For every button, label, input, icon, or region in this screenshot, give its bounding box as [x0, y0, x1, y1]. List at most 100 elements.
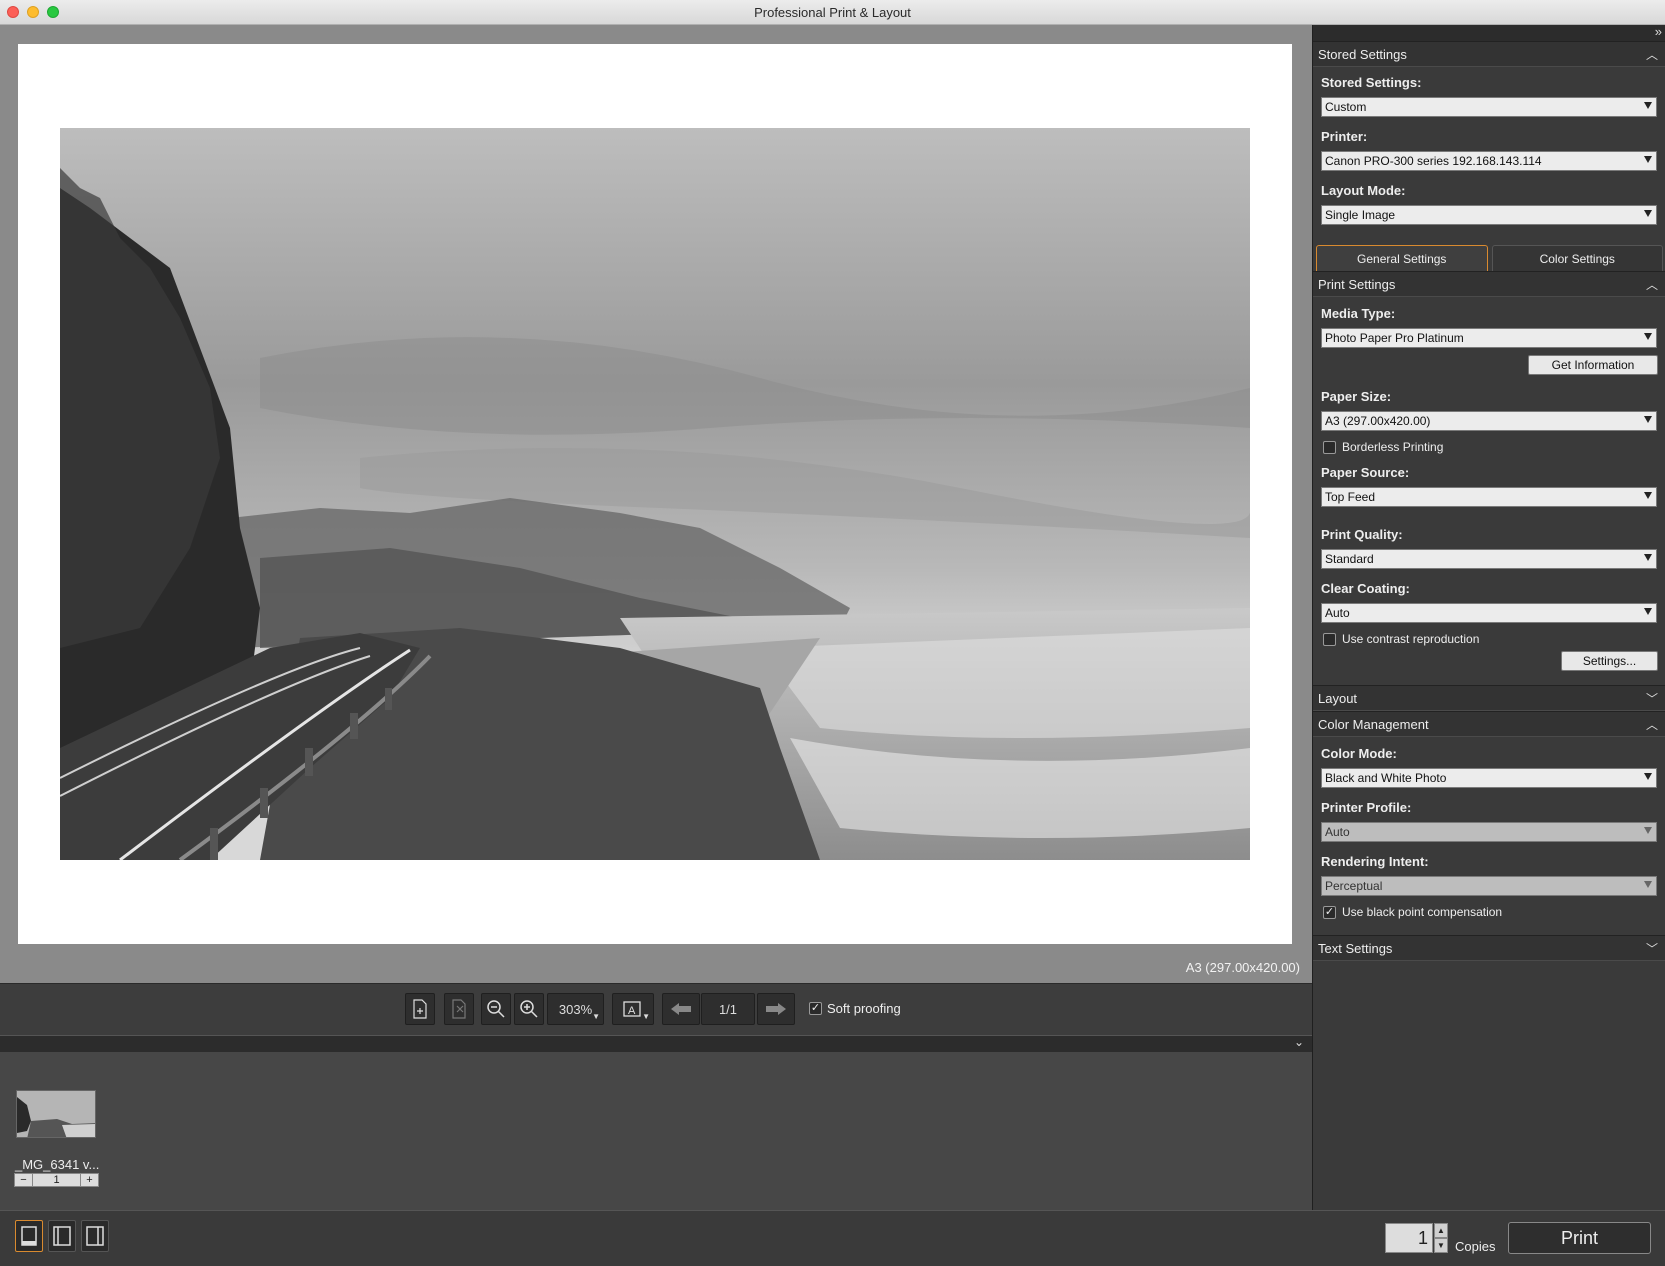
zoom-in-button[interactable] [514, 993, 544, 1025]
text-settings-section-header[interactable]: Text Settings ﹀ [1313, 935, 1665, 961]
layout-section-header[interactable]: Layout ﹀ [1313, 685, 1665, 711]
printer-label: Printer: [1321, 129, 1368, 144]
print-settings-section-header[interactable]: Print Settings ︿ [1313, 271, 1665, 297]
get-information-button[interactable]: Get Information [1528, 355, 1658, 375]
copies-input[interactable]: 1 [1385, 1223, 1433, 1253]
color-management-section-header[interactable]: Color Management ︿ [1313, 711, 1665, 737]
photo-image[interactable] [60, 128, 1250, 860]
media-type-value: Photo Paper Pro Platinum [1325, 331, 1464, 345]
tab-general-settings[interactable]: General Settings [1316, 245, 1488, 271]
soft-proofing-label: Soft proofing [827, 1001, 901, 1016]
chevron-up-icon: ︿ [1645, 718, 1658, 732]
zoom-level-dropdown[interactable]: 303% ▼ [547, 993, 604, 1025]
arrow-right-icon [766, 1003, 786, 1015]
title-bar: Professional Print & Layout [0, 0, 1665, 25]
settings-button[interactable]: Settings... [1561, 651, 1658, 671]
add-page-button[interactable] [405, 993, 435, 1025]
print-quality-value: Standard [1325, 552, 1374, 566]
layout-mode-select[interactable]: Single Image [1321, 205, 1657, 225]
contrast-reproduction-option[interactable]: Use contrast reproduction [1323, 632, 1479, 646]
chevron-down-icon: ﹀ [1645, 692, 1658, 706]
media-type-select[interactable]: Photo Paper Pro Platinum [1321, 328, 1657, 348]
print-button[interactable]: Print [1508, 1222, 1651, 1254]
paper-source-value: Top Feed [1325, 490, 1376, 504]
zoom-out-button[interactable] [481, 993, 511, 1025]
borderless-printing-checkbox[interactable] [1323, 440, 1336, 454]
tab-color-settings[interactable]: Color Settings [1491, 245, 1663, 271]
decrease-copies-button[interactable]: − [15, 1174, 33, 1186]
orientation-button[interactable]: A ▼ [612, 993, 654, 1025]
clear-coating-select[interactable]: Auto [1321, 603, 1657, 623]
borderless-printing-option[interactable]: Borderless Printing [1323, 440, 1443, 454]
image-thumbnail[interactable] [16, 1090, 96, 1138]
zoom-in-icon [520, 1000, 538, 1018]
single-view-button[interactable] [15, 1220, 43, 1252]
clear-coating-label: Clear Coating: [1321, 581, 1410, 596]
increase-copies-button[interactable]: + [80, 1174, 98, 1186]
media-type-label: Media Type: [1321, 306, 1396, 321]
add-page-icon [413, 999, 427, 1019]
black-point-compensation-option[interactable]: ✓ Use black point compensation [1323, 905, 1502, 919]
text-settings-section-title: Text Settings [1318, 940, 1393, 956]
chevron-down-icon [1644, 492, 1652, 499]
stored-settings-section-header[interactable]: Stored Settings ︿ [1313, 41, 1665, 67]
soft-proofing-toggle[interactable]: ✓ Soft proofing [809, 1001, 901, 1016]
settings-panel: » Stored Settings ︿ Stored Settings: Cus… [1312, 24, 1665, 1210]
stored-settings-label: Stored Settings: [1321, 75, 1422, 90]
settings-tabs: General Settings Color Settings [1316, 245, 1663, 271]
paper-source-select[interactable]: Top Feed [1321, 487, 1657, 507]
arrow-left-icon [671, 1003, 691, 1015]
rendering-intent-value: Perceptual [1325, 879, 1383, 893]
chevron-down-icon: ﹀ [1645, 942, 1658, 956]
stored-settings-value: Custom [1325, 100, 1367, 114]
collapse-strip-icon[interactable]: ⌄ [1294, 1035, 1304, 1049]
chevron-down-icon [1644, 773, 1652, 780]
printer-value: Canon PRO-300 series 192.168.143.114 [1325, 154, 1542, 168]
zoom-level-value: 303% [558, 1001, 593, 1017]
copies-down-icon[interactable]: ▼ [1434, 1238, 1448, 1253]
panel-view-button[interactable] [81, 1220, 109, 1252]
color-mode-label: Color Mode: [1321, 746, 1397, 761]
contrast-reproduction-checkbox[interactable] [1323, 632, 1336, 646]
thumbnail-copies-value[interactable]: 1 [33, 1174, 80, 1186]
paper-sheet [18, 44, 1292, 944]
expand-panel-icon[interactable]: » [1655, 24, 1662, 39]
chevron-down-icon [1644, 210, 1652, 217]
copies-stepper[interactable]: ▲ ▼ [1434, 1223, 1448, 1253]
print-quality-label: Print Quality: [1321, 527, 1403, 542]
rendering-intent-label: Rendering Intent: [1321, 854, 1429, 869]
previous-page-button[interactable] [662, 993, 700, 1025]
chevron-down-icon [1644, 827, 1652, 834]
next-page-button[interactable] [757, 993, 795, 1025]
svg-text:A: A [628, 1005, 636, 1017]
copies-label: Copies [1455, 1239, 1496, 1254]
black-point-compensation-checkbox[interactable]: ✓ [1323, 905, 1336, 919]
print-settings-section-title: Print Settings [1318, 276, 1396, 292]
delete-page-button[interactable] [444, 993, 474, 1025]
chevron-down-icon [1644, 881, 1652, 888]
layout-section-title: Layout [1318, 690, 1358, 706]
stored-settings-select[interactable]: Custom [1321, 97, 1657, 117]
chevron-up-icon: ︿ [1645, 278, 1658, 292]
printer-profile-value: Auto [1325, 825, 1350, 839]
print-quality-select[interactable]: Standard [1321, 549, 1657, 569]
zoom-out-icon [487, 1000, 505, 1018]
color-mode-select[interactable]: Black and White Photo [1321, 768, 1657, 788]
printer-select[interactable]: Canon PRO-300 series 192.168.143.114 [1321, 151, 1657, 171]
chevron-down-icon [1644, 102, 1652, 109]
black-point-compensation-label: Use black point compensation [1342, 905, 1503, 919]
copies-up-icon[interactable]: ▲ [1434, 1223, 1448, 1238]
rendering-intent-select[interactable]: Perceptual [1321, 876, 1657, 896]
printer-profile-select[interactable]: Auto [1321, 822, 1657, 842]
soft-proofing-checkbox[interactable]: ✓ [809, 1002, 822, 1015]
split-view-button[interactable] [48, 1220, 76, 1252]
preview-toolbar: 303% ▼ A ▼ 1/1 ✓ Soft proofing [0, 983, 1312, 1035]
paper-size-select[interactable]: A3 (297.00x420.00) [1321, 411, 1657, 431]
paper-size-indicator: A3 (297.00x420.00) [1185, 960, 1300, 975]
color-management-section-title: Color Management [1318, 716, 1429, 732]
panel-view-icon [86, 1226, 104, 1246]
panel-top-bar: » [1313, 24, 1665, 41]
stored-settings-section-title: Stored Settings [1318, 46, 1407, 62]
chevron-down-icon: ▼ [642, 1012, 650, 1021]
chevron-down-icon [1644, 156, 1652, 163]
